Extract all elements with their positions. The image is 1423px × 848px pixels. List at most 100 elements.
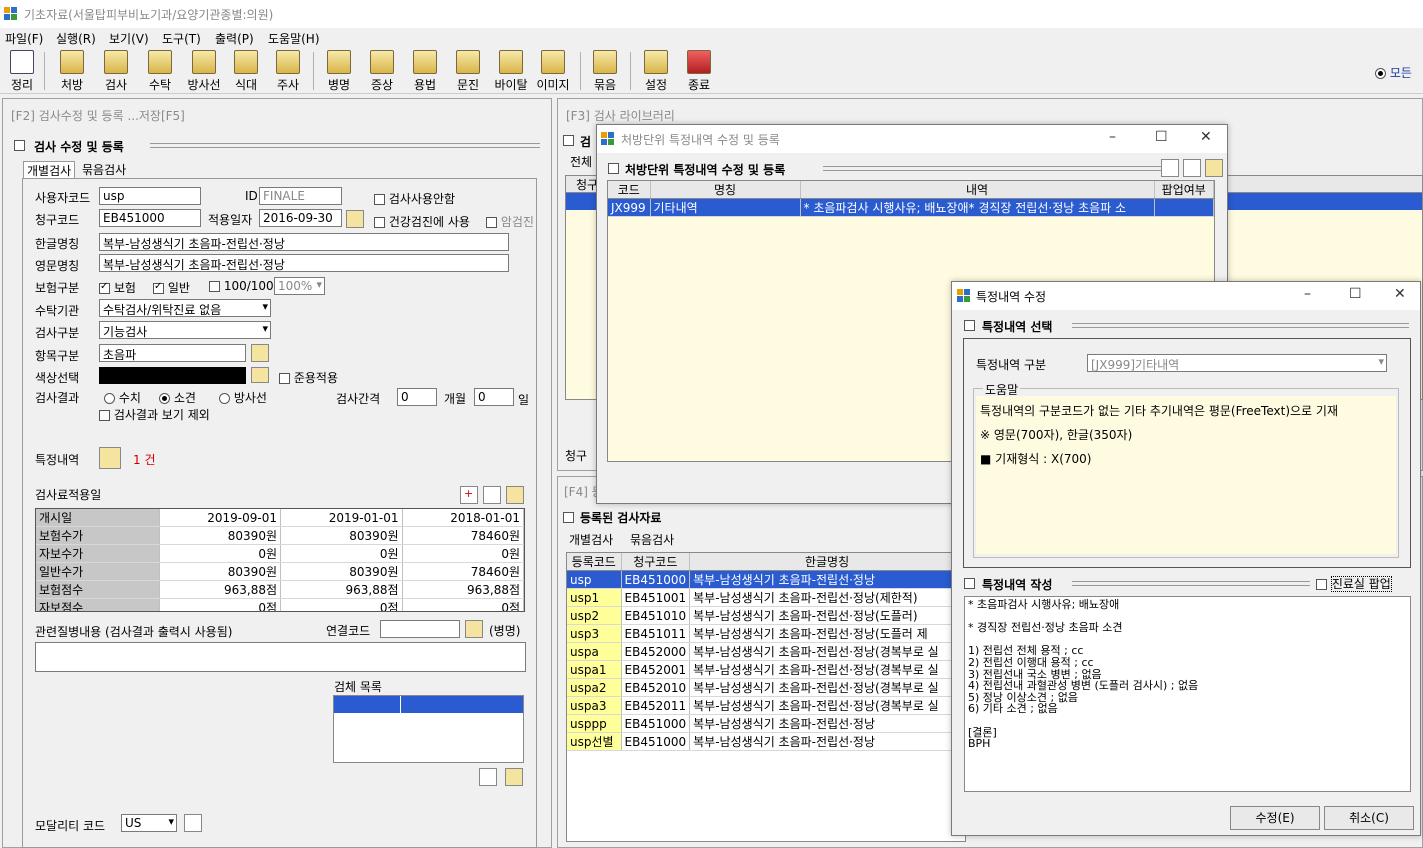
clipboard-icon[interactable] (465, 620, 483, 638)
symptom-icon (370, 50, 394, 74)
registered-tab-bundle[interactable]: 묶음검사 (630, 531, 674, 548)
tb-dosage-button[interactable]: 용법 (405, 50, 445, 92)
cancer-checkbox[interactable]: 암검진 (486, 213, 534, 230)
pct-select[interactable]: 100% (274, 277, 325, 295)
registered-row[interactable]: usp1 EB451001 복부-남성생식기 초음파-전립선·정낭(제한적) (567, 588, 965, 607)
menu-run[interactable]: 실행(R) (56, 30, 96, 47)
special-edit-icon[interactable] (99, 447, 121, 469)
day-input[interactable]: 0 (474, 388, 514, 406)
modality-select[interactable]: US (121, 814, 177, 832)
all-radio[interactable]: 모든 (1375, 64, 1412, 81)
registered-row[interactable]: uspa2 EB452010 복부-남성생식기 초음파-전립선·정낭(경복부로 실 (567, 678, 965, 697)
exclude-result-checkbox[interactable]: 검사결과 보기 제외 (99, 406, 210, 423)
tab-individual[interactable]: 개별검사 (23, 161, 76, 179)
close-button[interactable]: ✕ (1200, 129, 1212, 145)
eng-name-input[interactable]: 복부-남성생식기 초음파-전립선·정낭 (99, 254, 509, 272)
modality-add-icon[interactable] (184, 814, 202, 832)
menu-view[interactable]: 보기(V) (109, 30, 149, 47)
registered-row[interactable]: usp EB451000 복부-남성생식기 초음파-전립선·정낭 (567, 570, 965, 589)
registered-row[interactable]: usp3 EB451011 복부-남성생식기 초음파-전립선·정낭(도플러 제 (567, 624, 965, 643)
semi-apply-checkbox[interactable]: 준용적용 (279, 369, 338, 386)
health-check-checkbox[interactable]: 건강검진에 사용 (374, 213, 470, 230)
registered-row[interactable]: uspa3 EB452011 복부-남성생식기 초음파-전립선·정낭(경복부로 실 (567, 696, 965, 715)
rx-trash-icon[interactable] (1205, 159, 1223, 177)
special-text-area[interactable]: * 초음파검사 시행사유; 배뇨장애 * 경직장 전립선·정낭 초음파 소견 1) … (964, 596, 1411, 792)
fee-row: 자보수가 0원 0원 0원 (36, 544, 524, 563)
special-edit-window: 특정내역 수정 – ☐ ✕ 특정내역 선택 특정내역 구분 [JX999]기타내… (951, 281, 1421, 836)
result-numeric-radio[interactable]: 수치 (104, 389, 141, 406)
tb-meal-button[interactable]: 식대 (226, 50, 266, 92)
close-button[interactable]: ✕ (1394, 286, 1406, 302)
menu-print[interactable]: 출력(P) (215, 30, 254, 47)
user-code-input[interactable]: usp (99, 187, 201, 205)
ins-checkbox[interactable]: 보험 (99, 279, 136, 296)
menu-tools[interactable]: 도구(T) (162, 30, 201, 47)
full-pay-checkbox[interactable]: 100/100 (209, 279, 274, 293)
rx-col-code: 코드 (608, 181, 651, 199)
claim-code-input[interactable]: EB451000 (99, 209, 201, 227)
related-disease-input[interactable] (35, 642, 526, 672)
menu-help[interactable]: 도움말(H) (268, 30, 320, 47)
result-radiology-radio[interactable]: 방사선 (219, 389, 267, 406)
maximize-button[interactable]: ☐ (1349, 286, 1362, 302)
exam-type-select[interactable]: 기능검사 (99, 321, 271, 339)
toolbar: 정리 처방 검사 수탁 방사선 식대 주사 병명 증상 용법 문진 바이탈 이미… (0, 48, 1423, 94)
registered-row[interactable]: usppp EB451000 복부-남성생식기 초음파-전립선·정낭 (567, 714, 965, 733)
general-checkbox[interactable]: 일반 (153, 279, 190, 296)
registered-row[interactable]: uspa EB452000 복부-남성생식기 초음파-전립선·정낭(경복부로 실 (567, 642, 965, 661)
item-lookup-icon[interactable] (251, 344, 269, 362)
library-tab-all[interactable]: 전체 (570, 153, 592, 170)
link-code-input[interactable] (380, 620, 460, 638)
maximize-button[interactable]: ☐ (1155, 129, 1168, 145)
menu-file[interactable]: 파일(F) (5, 30, 43, 47)
specimen-trash-icon[interactable] (505, 768, 523, 786)
minimize-button[interactable]: – (1109, 129, 1116, 145)
no-use-checkbox[interactable]: 검사사용안함 (374, 190, 455, 207)
edit-doc-icon[interactable] (483, 486, 501, 504)
registered-tab-individual[interactable]: 개별검사 (569, 531, 613, 548)
tb-disease-button[interactable]: 병명 (319, 50, 359, 92)
tb-prescription-button[interactable]: 처방 (52, 50, 92, 92)
tb-interview-button[interactable]: 문진 (448, 50, 488, 92)
date-picker-icon[interactable] (346, 210, 364, 228)
rx-edit-icon[interactable] (1183, 159, 1201, 177)
palette-icon[interactable] (251, 367, 269, 383)
tb-symptom-button[interactable]: 증상 (362, 50, 402, 92)
tb-consign-button[interactable]: 수탁 (140, 50, 180, 92)
registered-row[interactable]: uspa1 EB452001 복부-남성생식기 초음파-전립선·정낭(경복부로 실 (567, 660, 965, 679)
tb-image-button[interactable]: 이미지 (533, 50, 573, 92)
tb-exit-button[interactable]: 종료 (679, 50, 719, 92)
rx-section: 처방단위 특정내역 수정 및 등록 (625, 163, 786, 177)
rx-col-name: 명칭 (650, 181, 801, 199)
tb-settings-button[interactable]: 설정 (636, 50, 676, 92)
specimen-add-icon[interactable] (479, 768, 497, 786)
registered-row[interactable]: usp선별 EB451000 복부-남성생식기 초음파-전립선·정낭 (567, 732, 965, 751)
cancel-button[interactable]: 취소(C) (1324, 806, 1414, 830)
item-type-input[interactable]: 초음파 (99, 344, 246, 362)
kor-name-input[interactable]: 복부-남성생식기 초음파-전립선·정낭 (99, 233, 509, 251)
tb-bundle-button[interactable]: 묶음 (585, 50, 625, 92)
interval-input[interactable]: 0 (397, 388, 437, 406)
color-swatch[interactable] (99, 367, 246, 384)
help-text: 특정내역의 구분코드가 없는 기타 추기내역은 평문(FreeText)으로 기… (976, 396, 1396, 554)
rx-row[interactable]: JX999 기타내역 * 초음파검사 시행사유; 배뇨장애* 경직장 전립선·정낭 … (608, 198, 1214, 217)
tb-vital-button[interactable]: 바이탈 (491, 50, 531, 92)
popup-checkbox[interactable]: 진료실 팝업 (1316, 575, 1392, 592)
registered-row[interactable]: usp2 EB451010 복부-남성생식기 초음파-전립선·정낭(도플러) (567, 606, 965, 625)
rx-add-icon[interactable] (1161, 159, 1179, 177)
apply-date-input[interactable]: 2016-09-30 (259, 209, 342, 227)
tb-radiology-button[interactable]: 방사선 (184, 50, 224, 92)
type-select[interactable]: [JX999]기타내역 (1087, 354, 1387, 372)
result-opinion-radio[interactable]: 소견 (159, 389, 196, 406)
tab-bundle[interactable]: 묶음검사 (82, 161, 126, 178)
tb-injection-button[interactable]: 주사 (268, 50, 308, 92)
result-label: 검사결과 (35, 391, 80, 405)
id-input[interactable]: FINALE (259, 187, 342, 205)
tb-arrange-button[interactable]: 정리 (2, 50, 42, 92)
minimize-button[interactable]: – (1304, 286, 1311, 302)
agency-select[interactable]: 수탁검사/위탁진료 없음 (99, 299, 271, 317)
tb-exam-button[interactable]: 검사 (96, 50, 136, 92)
trash-icon[interactable] (506, 486, 524, 504)
add-doc-icon[interactable]: + (460, 486, 478, 504)
edit-button[interactable]: 수정(E) (1230, 806, 1320, 830)
